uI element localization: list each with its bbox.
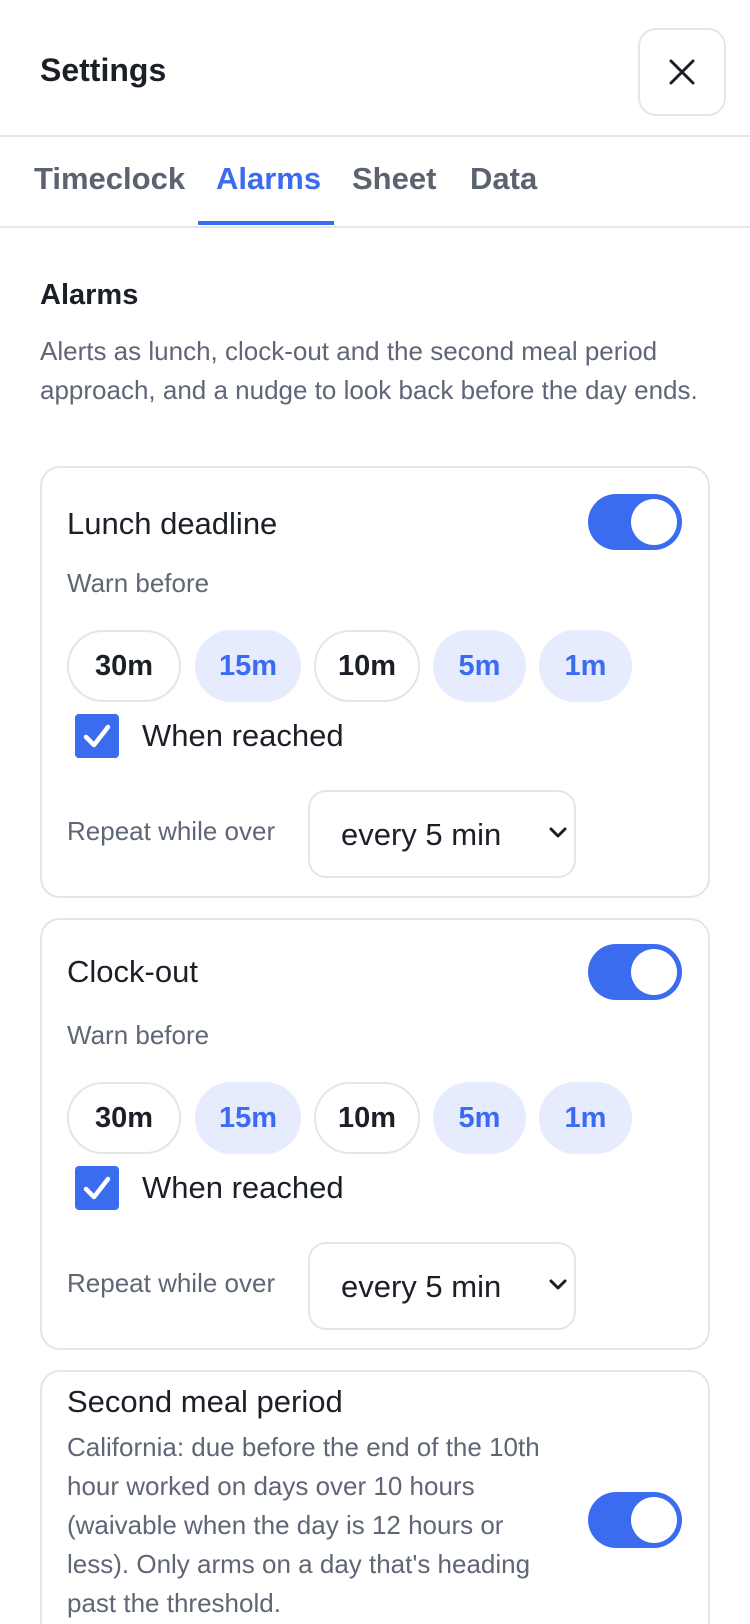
toggle-knob [631,949,677,995]
tab-data[interactable]: Data [470,161,537,197]
chevron-down-icon [549,1279,567,1290]
repeat-label: Repeat while over [67,816,276,846]
clock-out-enabled-toggle[interactable] [588,944,682,1000]
repeat-select-value: every 5 min [341,817,502,852]
when-reached-checkbox[interactable] [75,1166,119,1210]
alarm-card-second-meal: Second meal period California: due befor… [40,1370,710,1624]
chevron-down-icon [549,827,567,838]
chip-15m[interactable]: 15m [195,1082,301,1154]
second-meal-description: California: due before the end of the 10… [67,1432,540,1618]
card-title: Clock-out [67,954,198,989]
chip-5m[interactable]: 5m [433,1082,526,1154]
warn-before-label: Warn before [67,1020,210,1050]
when-reached-label: When reached [142,718,344,753]
section-title: Alarms [40,279,139,311]
card-title: Lunch deadline [67,506,278,541]
toggle-knob [631,1497,677,1543]
card-title: Second meal period [67,1384,343,1419]
chip-10m[interactable]: 10m [314,1082,420,1154]
repeat-select-value: every 5 min [341,1269,502,1304]
chip-15m[interactable]: 15m [195,630,301,702]
toggle-knob [631,499,677,545]
alarm-card-clock-out: Clock-out Warn before 30m 15m 10m 5m 1m … [40,918,710,1350]
chip-1m[interactable]: 1m [539,630,632,702]
second-meal-enabled-toggle[interactable] [588,1492,682,1548]
settings-header: Settings [0,0,750,137]
active-tab-indicator [198,221,334,225]
repeat-select[interactable]: every 5 min [308,790,576,878]
lunch-enabled-toggle[interactable] [588,494,682,550]
chip-10m[interactable]: 10m [314,630,420,702]
tab-timeclock[interactable]: Timeclock [34,161,185,197]
warn-before-label: Warn before [67,568,210,598]
chip-5m[interactable]: 5m [433,630,526,702]
page-title: Settings [40,52,167,88]
tab-bar: Timeclock Alarms Sheet Data [0,137,750,228]
when-reached-checkbox[interactable] [75,714,119,758]
tab-alarms[interactable]: Alarms [216,161,321,197]
alarm-card-lunch: Lunch deadline Warn before 30m 15m 10m 5… [40,466,710,898]
chip-1m[interactable]: 1m [539,1082,632,1154]
close-button[interactable] [638,28,726,116]
checkmark-icon [83,724,111,748]
repeat-select[interactable]: every 5 min [308,1242,576,1330]
repeat-label: Repeat while over [67,1268,276,1298]
chip-30m[interactable]: 30m [67,630,181,702]
checkmark-icon [83,1176,111,1200]
tab-sheet[interactable]: Sheet [352,161,436,197]
chip-30m[interactable]: 30m [67,1082,181,1154]
close-icon [669,59,695,85]
when-reached-label: When reached [142,1170,344,1205]
section-description: Alerts as lunch, clock-out and the secon… [40,336,698,405]
